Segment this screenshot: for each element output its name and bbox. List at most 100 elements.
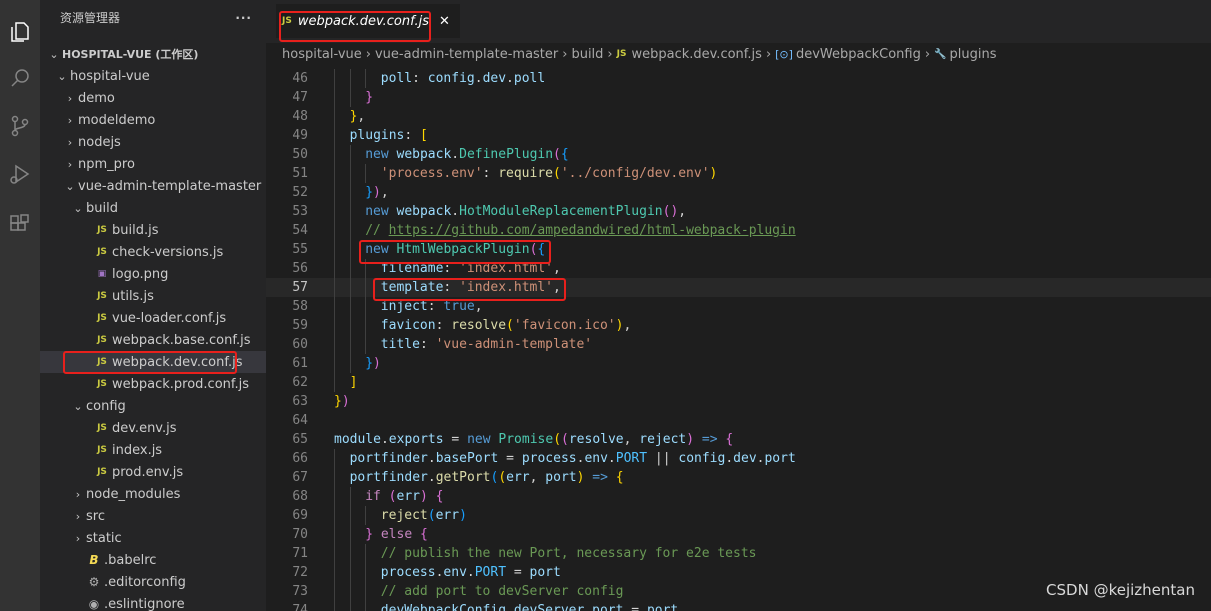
code-line[interactable]: 53 new webpack.HotModuleReplacementPlugin… xyxy=(266,202,1211,221)
indent-guide xyxy=(334,88,335,107)
code-token: exports xyxy=(388,432,444,447)
code-token: 'index.html' xyxy=(459,280,553,295)
code-editor[interactable]: 46 poll: config.dev.poll 47} 48}, 49 plugins:… xyxy=(266,65,1211,611)
indent-guide xyxy=(349,506,351,525)
tree-item[interactable]: › npm_pro xyxy=(40,153,266,175)
code-line[interactable]: 55 new HtmlWebpackPlugin({ xyxy=(266,240,1211,259)
code-line[interactable]: 51 'process.env': require('../config/dev.… xyxy=(266,164,1211,183)
breadcrumb-item[interactable]: vue-admin-template-master xyxy=(375,47,558,62)
tree-item[interactable]: › demo xyxy=(40,87,266,109)
code-text: poll: config.dev.poll xyxy=(381,69,545,88)
search-icon[interactable] xyxy=(4,62,36,94)
tree-item[interactable]: ⌄ hospital-vue xyxy=(40,65,266,87)
tree-item[interactable]: JS index.js xyxy=(40,439,266,461)
code-line[interactable]: 54 // https://github.com/ampedandwired/ht… xyxy=(266,221,1211,240)
tree-item[interactable]: JS webpack.prod.conf.js xyxy=(40,373,266,395)
line-number: 59 xyxy=(292,318,308,333)
code-line[interactable]: 64 xyxy=(266,411,1211,430)
source-control-icon[interactable] xyxy=(4,110,36,142)
code-line[interactable]: 74 devWebpackConfig.devServer.port = port xyxy=(266,601,1211,611)
tree-item[interactable]: ⌄ config xyxy=(40,395,266,417)
code-token: { xyxy=(419,527,428,542)
code-line[interactable]: 50 new webpack.DefinePlugin({ xyxy=(266,145,1211,164)
code-line[interactable]: 49 plugins: [ xyxy=(266,126,1211,145)
more-actions-icon[interactable]: ··· xyxy=(235,11,252,25)
tree-item[interactable]: JS build.js xyxy=(40,219,266,241)
code-token: reject xyxy=(639,432,687,447)
tree-item[interactable]: JS dev.env.js xyxy=(40,417,266,439)
tree-item[interactable]: › node_modules xyxy=(40,483,266,505)
code-line[interactable]: 68 if (err) { xyxy=(266,487,1211,506)
js-file-icon: JS xyxy=(97,357,107,367)
code-line[interactable]: 70} else { xyxy=(266,525,1211,544)
tab-webpack-dev-conf[interactable]: JS webpack.dev.conf.js ✕ xyxy=(276,4,460,38)
code-line[interactable]: 69 reject(err) xyxy=(266,506,1211,525)
code-text: // add port to devServer config xyxy=(381,582,624,601)
tree-item[interactable]: ⌄ build xyxy=(40,197,266,219)
code-line[interactable]: 67 portfinder.getPort((err, port) => { xyxy=(266,468,1211,487)
code-line[interactable]: 60 title: 'vue-admin-template' xyxy=(266,335,1211,354)
code-line[interactable]: 72 process.env.PORT = port xyxy=(266,563,1211,582)
explorer-icon[interactable] xyxy=(4,16,36,48)
tree-item[interactable]: ◉ .eslintignore xyxy=(40,593,266,611)
tree-item[interactable]: JS webpack.dev.conf.js xyxy=(40,351,266,373)
code-token: } xyxy=(334,394,342,409)
tree-item[interactable]: › modeldemo xyxy=(40,109,266,131)
code-token: poll xyxy=(380,71,413,86)
code-token: // publish the new Port, necessary for e… xyxy=(380,546,757,561)
code-line[interactable]: 61}) xyxy=(266,354,1211,373)
tab-label: webpack.dev.conf.js xyxy=(297,13,429,29)
indent-guide xyxy=(349,487,351,506)
code-line[interactable]: 65 module.exports = new Promise((resolve,… xyxy=(266,430,1211,449)
tree-item[interactable]: JS vue-loader.conf.js xyxy=(40,307,266,329)
breadcrumb-item[interactable]: build xyxy=(571,47,603,62)
tree-item[interactable]: ▣ logo.png xyxy=(40,263,266,285)
code-line[interactable]: 63}) xyxy=(266,392,1211,411)
line-number: 70 xyxy=(292,527,308,542)
code-text: devWebpackConfig.devServer.port = port xyxy=(381,601,678,611)
tree-item[interactable]: JS webpack.base.conf.js xyxy=(40,329,266,351)
tree-item[interactable]: B .babelrc xyxy=(40,549,266,571)
code-line[interactable]: 62] xyxy=(266,373,1211,392)
indent-guide xyxy=(365,164,367,183)
code-line[interactable]: 46 poll: config.dev.poll xyxy=(266,69,1211,88)
close-icon[interactable]: ✕ xyxy=(439,14,450,29)
tree-item[interactable]: JS prod.env.js xyxy=(40,461,266,483)
code-token: webpack xyxy=(396,147,452,162)
code-line[interactable]: 66 portfinder.basePort = process.env.PORT… xyxy=(266,449,1211,468)
tree-item[interactable]: JS utils.js xyxy=(40,285,266,307)
extensions-icon[interactable] xyxy=(4,208,36,240)
code-token: } xyxy=(365,185,374,200)
code-line[interactable]: 58 inject: true, xyxy=(266,297,1211,316)
code-line[interactable]: 71 // publish the new Port, necessary for… xyxy=(266,544,1211,563)
code-token: . xyxy=(474,71,483,86)
breadcrumb-property[interactable]: plugins xyxy=(950,47,997,62)
indent-guide xyxy=(349,525,351,544)
code-line[interactable]: 48}, xyxy=(266,107,1211,126)
breadcrumb-item[interactable]: hospital-vue xyxy=(282,47,362,62)
code-line[interactable]: 56 filename: 'index.html', xyxy=(266,259,1211,278)
code-token: [ xyxy=(420,128,428,143)
code-token: devServer xyxy=(513,603,585,611)
code-line[interactable]: 47} xyxy=(266,88,1211,107)
tree-item[interactable]: › nodejs xyxy=(40,131,266,153)
code-line[interactable]: 57 template: 'index.html', xyxy=(266,278,1211,297)
breadcrumb-symbol[interactable]: devWebpackConfig xyxy=(796,47,921,62)
line-number: 56 xyxy=(292,261,308,276)
code-text: module.exports = new Promise((resolve, r… xyxy=(334,430,733,449)
code-text: }) xyxy=(334,392,350,411)
tree-item-label: node_modules xyxy=(86,486,181,502)
tree-item[interactable]: › static xyxy=(40,527,266,549)
tree-item[interactable]: ⌄ vue-admin-template-master xyxy=(40,175,266,197)
breadcrumb: hospital-vue › vue-admin-template-master… xyxy=(266,43,1211,65)
line-number: 48 xyxy=(292,109,308,124)
tree-item[interactable]: JS check-versions.js xyxy=(40,241,266,263)
indent-guide xyxy=(365,601,367,611)
tree-item[interactable]: › src xyxy=(40,505,266,527)
run-debug-icon[interactable] xyxy=(4,158,36,190)
code-line[interactable]: 52}), xyxy=(266,183,1211,202)
code-line[interactable]: 59 favicon: resolve('favicon.ico'), xyxy=(266,316,1211,335)
tree-item[interactable]: ⚙ .editorconfig xyxy=(40,571,266,593)
tree-item[interactable]: ⌄ HOSPITAL-VUE (工作区) xyxy=(40,43,266,65)
breadcrumb-file[interactable]: webpack.dev.conf.js xyxy=(631,47,761,62)
